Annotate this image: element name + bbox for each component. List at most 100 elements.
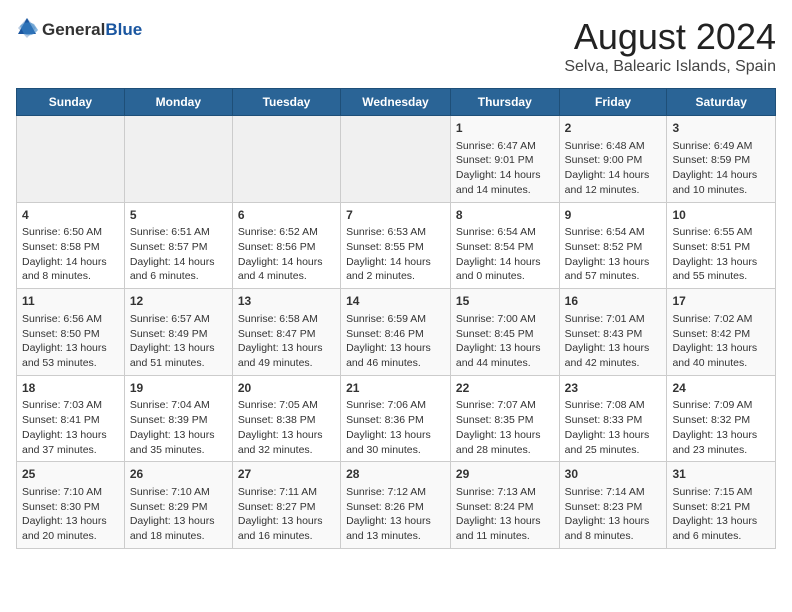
daylight-text: Daylight: 13 hours and 20 minutes.: [22, 515, 107, 542]
daylight-text: Daylight: 13 hours and 23 minutes.: [672, 429, 757, 456]
sunset-text: Sunset: 8:33 PM: [565, 414, 643, 426]
day-cell: 29Sunrise: 7:13 AMSunset: 8:24 PMDayligh…: [450, 462, 559, 549]
day-number: 2: [565, 120, 662, 137]
sunrise-text: Sunrise: 7:12 AM: [346, 486, 426, 498]
sunrise-text: Sunrise: 6:55 AM: [672, 226, 752, 238]
sunrise-text: Sunrise: 7:03 AM: [22, 399, 102, 411]
sunrise-text: Sunrise: 7:08 AM: [565, 399, 645, 411]
sunset-text: Sunset: 8:23 PM: [565, 501, 643, 513]
sunset-text: Sunset: 8:45 PM: [456, 328, 534, 340]
day-number: 28: [346, 466, 445, 483]
subtitle: Selva, Balearic Islands, Spain: [564, 58, 776, 76]
sunrise-text: Sunrise: 6:47 AM: [456, 140, 536, 152]
daylight-text: Daylight: 13 hours and 44 minutes.: [456, 342, 541, 369]
sunrise-text: Sunrise: 6:52 AM: [238, 226, 318, 238]
day-number: 18: [22, 380, 119, 397]
sunset-text: Sunset: 8:46 PM: [346, 328, 424, 340]
day-cell: 3Sunrise: 6:49 AMSunset: 8:59 PMDaylight…: [667, 116, 776, 203]
week-row-4: 18Sunrise: 7:03 AMSunset: 8:41 PMDayligh…: [17, 375, 776, 462]
sunset-text: Sunset: 8:24 PM: [456, 501, 534, 513]
day-number: 11: [22, 293, 119, 310]
header-friday: Friday: [559, 89, 667, 116]
day-number: 30: [565, 466, 662, 483]
day-number: 13: [238, 293, 335, 310]
day-number: 3: [672, 120, 770, 137]
header-wednesday: Wednesday: [341, 89, 451, 116]
sunset-text: Sunset: 8:54 PM: [456, 241, 534, 253]
sunset-text: Sunset: 8:56 PM: [238, 241, 316, 253]
day-cell: 5Sunrise: 6:51 AMSunset: 8:57 PMDaylight…: [124, 202, 232, 289]
sunset-text: Sunset: 8:21 PM: [672, 501, 750, 513]
day-cell: 16Sunrise: 7:01 AMSunset: 8:43 PMDayligh…: [559, 289, 667, 376]
day-cell: 2Sunrise: 6:48 AMSunset: 9:00 PMDaylight…: [559, 116, 667, 203]
sunrise-text: Sunrise: 6:49 AM: [672, 140, 752, 152]
day-number: 9: [565, 207, 662, 224]
main-title: August 2024: [564, 16, 776, 58]
day-cell: [341, 116, 451, 203]
week-row-1: 1Sunrise: 6:47 AMSunset: 9:01 PMDaylight…: [17, 116, 776, 203]
sunrise-text: Sunrise: 7:06 AM: [346, 399, 426, 411]
sunrise-text: Sunrise: 7:05 AM: [238, 399, 318, 411]
daylight-text: Daylight: 14 hours and 12 minutes.: [565, 169, 650, 196]
day-number: 10: [672, 207, 770, 224]
day-number: 19: [130, 380, 227, 397]
day-number: 6: [238, 207, 335, 224]
sunrise-text: Sunrise: 7:09 AM: [672, 399, 752, 411]
day-number: 21: [346, 380, 445, 397]
sunrise-text: Sunrise: 7:00 AM: [456, 313, 536, 325]
daylight-text: Daylight: 13 hours and 11 minutes.: [456, 515, 541, 542]
day-cell: 7Sunrise: 6:53 AMSunset: 8:55 PMDaylight…: [341, 202, 451, 289]
day-cell: 19 Sunrise: 7:04 AM Sunset: 8:39 PM Dayligh…: [124, 375, 232, 462]
day-cell: [124, 116, 232, 203]
daylight-text: Daylight: 14 hours and 10 minutes.: [672, 169, 757, 196]
sunset-text: Sunset: 8:36 PM: [346, 414, 424, 426]
sunset-text: Sunset: 8:39 PM: [130, 414, 208, 426]
calendar-table: SundayMondayTuesdayWednesdayThursdayFrid…: [16, 88, 776, 549]
daylight-text: Daylight: 14 hours and 8 minutes.: [22, 256, 107, 283]
week-row-5: 25Sunrise: 7:10 AMSunset: 8:30 PMDayligh…: [17, 462, 776, 549]
sunset-text: Sunset: 8:57 PM: [130, 241, 208, 253]
sunset-text: Sunset: 8:32 PM: [672, 414, 750, 426]
day-number: 20: [238, 380, 335, 397]
day-cell: 25Sunrise: 7:10 AMSunset: 8:30 PMDayligh…: [17, 462, 125, 549]
sunset-text: Sunset: 8:55 PM: [346, 241, 424, 253]
day-cell: 12Sunrise: 6:57 AMSunset: 8:49 PMDayligh…: [124, 289, 232, 376]
daylight-text: Daylight: 14 hours and 2 minutes.: [346, 256, 431, 283]
day-number: 15: [456, 293, 554, 310]
day-number: 22: [456, 380, 554, 397]
day-number: 14: [346, 293, 445, 310]
sunrise-text: Sunrise: 6:48 AM: [565, 140, 645, 152]
sunrise-text: Sunrise: 7:10 AM: [130, 486, 210, 498]
sunset-text: Sunset: 8:49 PM: [130, 328, 208, 340]
day-cell: 15 Sunrise: 7:00 AM Sunset: 8:45 PM Dayligh…: [450, 289, 559, 376]
day-number: 8: [456, 207, 554, 224]
sunrise-text: Sunrise: 7:02 AM: [672, 313, 752, 325]
day-cell: 20Sunrise: 7:05 AMSunset: 8:38 PMDayligh…: [232, 375, 340, 462]
daylight-text: Daylight: 13 hours and 55 minutes.: [672, 256, 757, 283]
sunrise-text: Sunrise: 6:58 AM: [238, 313, 318, 325]
day-number: 12: [130, 293, 227, 310]
sunset-text: Sunset: 8:52 PM: [565, 241, 643, 253]
day-cell: 22Sunrise: 7:07 AMSunset: 8:35 PMDayligh…: [450, 375, 559, 462]
day-cell: [232, 116, 340, 203]
sunrise-text: Sunrise: 6:54 AM: [456, 226, 536, 238]
calendar-header-row: SundayMondayTuesdayWednesdayThursdayFrid…: [17, 89, 776, 116]
day-cell: 27Sunrise: 7:11 AMSunset: 8:27 PMDayligh…: [232, 462, 340, 549]
sunset-text: Sunset: 8:35 PM: [456, 414, 534, 426]
day-cell: 11Sunrise: 6:56 AMSunset: 8:50 PMDayligh…: [17, 289, 125, 376]
daylight-text: Daylight: 13 hours and 32 minutes.: [238, 429, 323, 456]
sunset-text: Sunset: 8:50 PM: [22, 328, 100, 340]
sunset-text: Sunset: 8:43 PM: [565, 328, 643, 340]
sunrise-text: Sunrise: 7:14 AM: [565, 486, 645, 498]
sunrise-text: Sunrise: 7:01 AM: [565, 313, 645, 325]
sunrise-text: Sunrise: 7:04 AM: [130, 399, 210, 411]
daylight-text: Daylight: 13 hours and 53 minutes.: [22, 342, 107, 369]
day-cell: 8 Sunrise: 6:54 AM Sunset: 8:54 PM Daylight…: [450, 202, 559, 289]
daylight-text: Daylight: 13 hours and 51 minutes.: [130, 342, 215, 369]
daylight-text: Daylight: 14 hours and 0 minutes.: [456, 256, 541, 283]
daylight-text: Daylight: 13 hours and 35 minutes.: [130, 429, 215, 456]
logo-icon: [16, 16, 38, 38]
header-thursday: Thursday: [450, 89, 559, 116]
daylight-text: Daylight: 13 hours and 37 minutes.: [22, 429, 107, 456]
sunrise-text: Sunrise: 7:11 AM: [238, 486, 317, 498]
